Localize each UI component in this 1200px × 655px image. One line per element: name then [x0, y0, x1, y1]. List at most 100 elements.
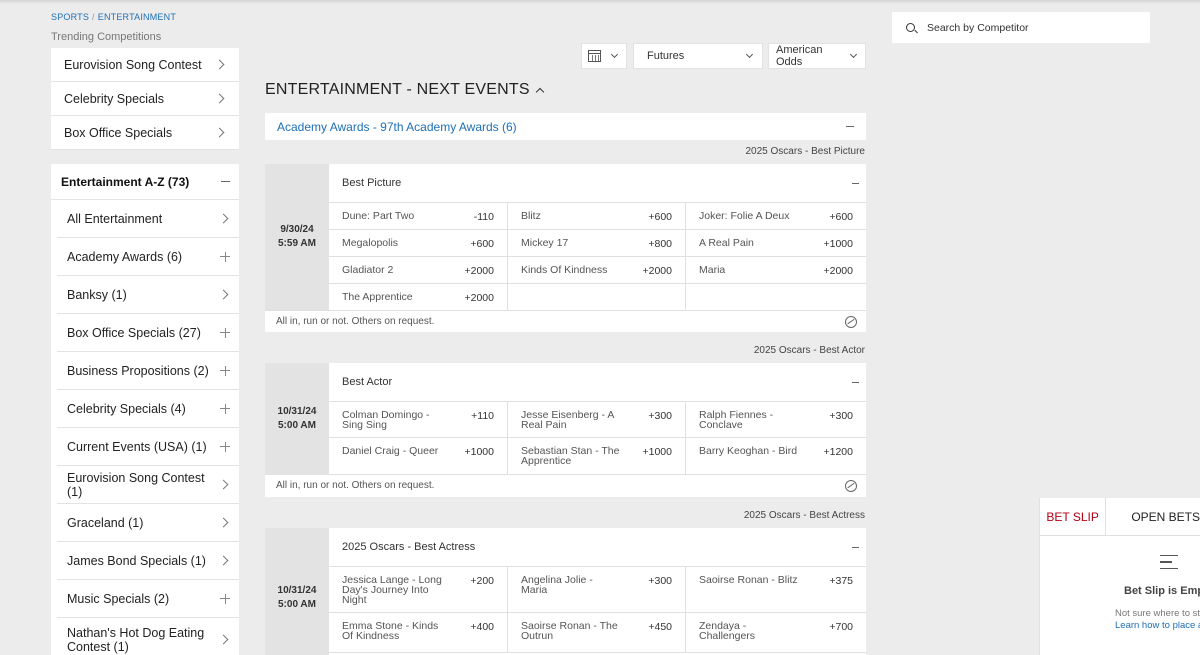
event-card: 10/31/24 5:00 AM 2025 Oscars - Best Actr…: [265, 528, 866, 655]
page-title-text: ENTERTAINMENT - NEXT EVENTS: [265, 81, 530, 98]
collapse-minus-icon: [221, 180, 230, 183]
selection-name: Jessica Lange - Long Day's Journey Into …: [342, 574, 442, 606]
page-title[interactable]: ENTERTAINMENT - NEXT EVENTS: [265, 81, 544, 99]
az-item-label: Nathan's Hot Dog Eating Contest (1): [67, 625, 205, 654]
market-select-value: Futures: [647, 50, 685, 62]
learn-how-link[interactable]: Learn how to place a bet: [1115, 620, 1200, 631]
selection[interactable]: Saoirse Ronan - Blitz +375: [686, 567, 866, 613]
chevron-down-icon: [850, 50, 858, 59]
selection-name: Colman Domingo - Sing Sing: [342, 409, 430, 431]
selection[interactable]: The Apprentice +2000: [329, 284, 508, 311]
bet-slip-empty-title: Bet Slip is Empty: [1124, 585, 1200, 597]
selection-odds: +110: [471, 410, 494, 422]
tab-bet-slip[interactable]: BET SLIP: [1040, 498, 1107, 535]
tab-open-bets[interactable]: OPEN BETS: [1106, 498, 1200, 535]
az-header[interactable]: Entertainment A-Z (73): [51, 164, 239, 200]
market-header[interactable]: 2025 Oscars - Best Actress: [329, 528, 866, 567]
market: 2025 Oscars - Best Actress Jessica Lange…: [329, 528, 866, 653]
az-item[interactable]: Music Specials (2): [57, 580, 239, 618]
event-date-time: 5:00 AM: [278, 599, 316, 610]
selection-name: Dune: Part Two: [342, 210, 415, 222]
selection[interactable]: Joker: Folie A Deux +600: [686, 203, 866, 230]
selection[interactable]: Kinds Of Kindness +2000: [508, 257, 686, 284]
selection-odds: +800: [648, 238, 672, 250]
selection[interactable]: Barry Keoghan - Bird +1200: [686, 438, 866, 474]
top-shadow: [0, 0, 1200, 4]
selection[interactable]: Blitz +600: [508, 203, 686, 230]
selection[interactable]: Jesse Eisenberg - A Real Pain +300: [508, 402, 686, 438]
search-input[interactable]: [927, 21, 1127, 34]
selection-odds: +300: [648, 575, 672, 587]
az-item-label: All Entertainment: [67, 211, 163, 226]
selection[interactable]: A Real Pain +1000: [686, 230, 866, 257]
collapse-minus-icon: [852, 546, 859, 548]
breadcrumb: SPORTS / ENTERTAINMENT: [51, 12, 176, 22]
event-footer-text: All in, run or not. Others on request.: [276, 316, 435, 327]
az-item[interactable]: Graceland (1): [57, 504, 239, 542]
event-footer: All in, run or not. Others on request.: [265, 310, 866, 332]
market-title: Best Actor: [342, 376, 393, 388]
az-item[interactable]: Celebrity Specials (4): [57, 390, 239, 428]
market-select[interactable]: Futures: [633, 43, 763, 69]
selection-odds: +300: [648, 410, 672, 422]
az-item[interactable]: Current Events (USA) (1): [57, 428, 239, 466]
selection-name: Sebastian Stan - The Apprentice: [521, 445, 620, 467]
event-date: 10/31/24 5:00 AM: [265, 528, 329, 655]
competition-header[interactable]: Academy Awards - 97th Academy Awards (6): [265, 113, 866, 140]
date-filter-button[interactable]: [581, 43, 627, 69]
market-header[interactable]: Best Picture: [329, 164, 866, 203]
selections-grid: Colman Domingo - Sing Sing +110 Jesse Eis…: [329, 402, 866, 474]
selection[interactable]: Emma Stone - Kinds Of Kindness +400: [329, 613, 508, 653]
az-item-label: James Bond Specials (1): [67, 553, 206, 568]
chevron-right-icon: [218, 479, 229, 490]
selection-name: Blitz: [521, 210, 541, 222]
selection[interactable]: Mickey 17 +800: [508, 230, 686, 257]
selection[interactable]: Daniel Craig - Queer +1000: [329, 438, 508, 474]
az-item-label: Music Specials (2): [67, 591, 170, 606]
section-label: 2025 Oscars - Best Actress: [743, 510, 865, 521]
bet-slip-tabs: BET SLIP OPEN BETS: [1040, 498, 1200, 536]
event-footer: All in, run or not. Others on request.: [265, 474, 866, 496]
trending-list: Eurovision Song Contest Celebrity Specia…: [51, 48, 239, 150]
breadcrumb-entertainment[interactable]: ENTERTAINMENT: [98, 12, 176, 22]
breadcrumb-separator: /: [92, 12, 95, 22]
az-item-label: Business Propositions (2): [67, 363, 209, 378]
selection[interactable]: Megalopolis +600: [329, 230, 508, 257]
selection[interactable]: Colman Domingo - Sing Sing +110: [329, 402, 508, 438]
expand-plus-icon: [220, 403, 230, 414]
calendar-icon: [588, 50, 601, 62]
breadcrumb-sports[interactable]: SPORTS: [51, 12, 89, 22]
selection[interactable]: Jessica Lange - Long Day's Journey Into …: [329, 567, 508, 613]
az-item[interactable]: Academy Awards (6): [57, 238, 239, 276]
az-item[interactable]: Box Office Specials (27): [57, 314, 239, 352]
selection-name: A Real Pain: [699, 237, 754, 249]
az-list: All Entertainment Academy Awards (6) Ban…: [57, 200, 239, 655]
collapse-minus-icon: [852, 381, 859, 383]
selection-name: Maria: [699, 264, 726, 276]
chevron-down-icon: [745, 50, 754, 59]
competitor-search[interactable]: [892, 12, 1150, 43]
selection[interactable]: Zendaya - Challengers +700: [686, 613, 866, 653]
trending-item[interactable]: Box Office Specials: [51, 116, 239, 150]
selection[interactable]: Ralph Fiennes - Conclave +300: [686, 402, 866, 438]
odds-format-select[interactable]: American Odds: [768, 43, 866, 69]
selection[interactable]: Angelina Jolie - Maria +300: [508, 567, 686, 613]
selection-name: Joker: Folie A Deux: [699, 210, 790, 222]
az-item[interactable]: Business Propositions (2): [57, 352, 239, 390]
az-item[interactable]: Nathan's Hot Dog Eating Contest (1): [57, 618, 239, 655]
cash-out-unavailable-icon: [845, 479, 857, 492]
az-item[interactable]: Banksy (1): [57, 276, 239, 314]
az-item-label: Current Events (USA) (1): [67, 439, 207, 454]
selection[interactable]: Saoirse Ronan - The Outrun +450: [508, 613, 686, 653]
trending-item[interactable]: Celebrity Specials: [51, 82, 239, 116]
az-item[interactable]: Eurovision Song Contest (1): [57, 466, 239, 504]
az-item[interactable]: All Entertainment: [57, 200, 239, 238]
az-item[interactable]: James Bond Specials (1): [57, 542, 239, 580]
selection[interactable]: Maria +2000: [686, 257, 866, 284]
selection[interactable]: Gladiator 2 +2000: [329, 257, 508, 284]
trending-item[interactable]: Eurovision Song Contest: [51, 48, 239, 82]
market-header[interactable]: Best Actor: [329, 363, 866, 402]
expand-plus-icon: [220, 441, 230, 452]
selection[interactable]: Dune: Part Two -110: [329, 203, 508, 230]
selection[interactable]: Sebastian Stan - The Apprentice +1000: [508, 438, 686, 474]
